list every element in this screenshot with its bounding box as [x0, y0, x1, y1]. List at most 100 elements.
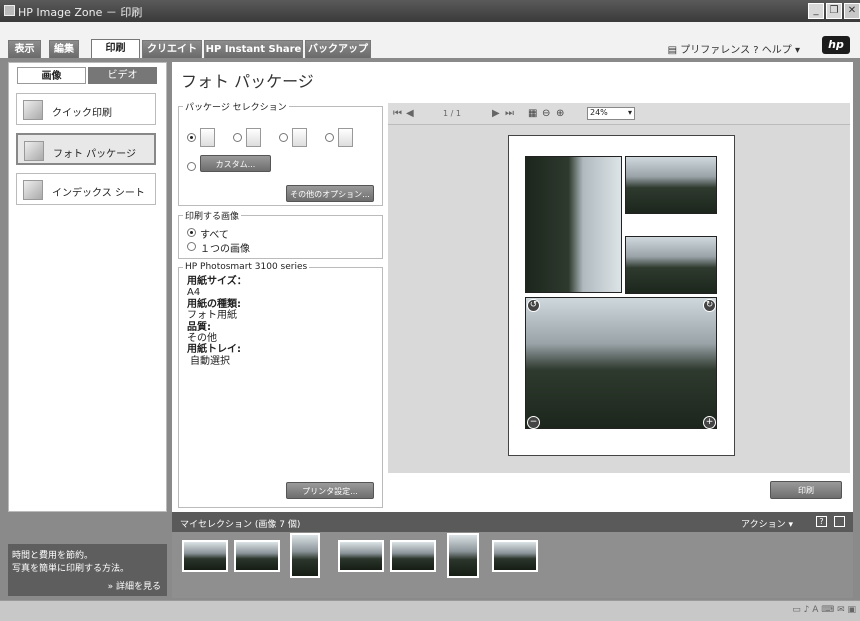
thumbnail-2[interactable]: [234, 540, 280, 572]
other-options-button[interactable]: その他のオプション...: [286, 185, 374, 202]
photo-package-icon: [24, 141, 44, 161]
tip-box: 時間と費用を節約。 写真を簡単に印刷する方法。 » 詳細を見る: [8, 544, 167, 596]
tip-more-link[interactable]: » 詳細を見る: [108, 579, 161, 592]
tab-view[interactable]: 表示: [8, 40, 41, 58]
paper-tray-label: 用紙トレイ:: [187, 344, 241, 356]
one-image-label: １つの画像: [200, 244, 250, 255]
print-button[interactable]: 印刷: [770, 481, 842, 499]
quality-value: その他: [187, 333, 217, 345]
help-link[interactable]: ヘルプ: [762, 45, 792, 56]
paper-size-label: 用紙サイズ：: [187, 276, 247, 287]
rotate-right-icon[interactable]: ↻: [703, 299, 716, 312]
photo-slot-1[interactable]: [525, 156, 622, 293]
thumbnail-5[interactable]: [390, 540, 436, 572]
prev-page-icon[interactable]: ◀: [406, 108, 414, 119]
zoom-in-icon[interactable]: ⊕: [556, 108, 564, 119]
collapse-icon[interactable]: [834, 516, 845, 527]
thumbnail-7[interactable]: [492, 540, 538, 572]
hp-logo: hp: [822, 36, 850, 54]
viewer-toolbar: ⏮ ◀ 1 / 1 ▶ ⏭ ▦ ⊖ ⊕ 24% ▾: [388, 103, 850, 125]
thumbnail-4[interactable]: [338, 540, 384, 572]
system-tray-icons: ▭ ♪ A ⌨ ✉ ▣: [792, 605, 856, 615]
nav-index-sheet[interactable]: インデックス シート: [16, 173, 156, 205]
nav-quick-print[interactable]: クイック印刷: [16, 93, 156, 125]
my-selection-count: (画像 7 個): [254, 520, 301, 530]
my-selection-bar: マイセレクション (画像 7 個) アクション ▾ ?: [172, 512, 853, 532]
first-page-icon[interactable]: ⏮: [393, 108, 402, 119]
thumbnail-strip: [172, 532, 853, 598]
help-icon: ?: [753, 45, 762, 56]
tab-instant-share[interactable]: HP Instant Share: [204, 40, 303, 58]
images-to-print-legend: 印刷する画像: [185, 212, 240, 222]
printer-settings-button[interactable]: プリンタ設定...: [286, 482, 374, 499]
paper-type-label: 用紙の種類:: [187, 298, 241, 310]
layout-icon-1: [200, 128, 215, 147]
nav-photo-package[interactable]: フォト パッケージ: [16, 133, 156, 165]
thumbnail-6[interactable]: [447, 533, 479, 578]
paper-tray-value: 自動選択: [190, 355, 230, 367]
fit-page-icon[interactable]: ▦: [528, 108, 537, 119]
package-radio-custom[interactable]: [187, 162, 196, 171]
package-radio-1[interactable]: [187, 133, 196, 142]
thumbnail-3[interactable]: [290, 533, 320, 578]
tab-backup[interactable]: バックアップ: [305, 40, 371, 58]
actions-menu[interactable]: アクション ▾: [741, 517, 793, 530]
rotate-left-icon[interactable]: ↺: [527, 299, 540, 312]
tab-create[interactable]: クリエイト: [142, 40, 202, 58]
media-tab-video[interactable]: ビデオ: [88, 67, 157, 84]
help-icon[interactable]: ?: [816, 516, 827, 527]
package-selection-legend: パッケージ セレクション: [185, 103, 287, 113]
nav-photo-package-label: フォト パッケージ: [53, 149, 136, 160]
layout-icon-3: [292, 128, 307, 147]
document-icon: ▤: [667, 45, 678, 56]
photo-slot-2[interactable]: [625, 156, 717, 214]
chevron-down-icon: ▾: [788, 520, 793, 530]
zoom-out-icon[interactable]: ⊖: [542, 108, 550, 119]
zoom-minus-icon[interactable]: −: [527, 416, 540, 429]
photo-slot-4[interactable]: [525, 297, 717, 429]
printer-info-list: 用紙サイズ： A4 用紙の種類: フォト用紙 品質: その他 用紙トレイ: 自動…: [187, 276, 247, 367]
package-radio-4[interactable]: [325, 133, 334, 142]
zoom-select[interactable]: 24% ▾: [587, 107, 635, 120]
layout-icon-2: [246, 128, 261, 147]
minimize-button[interactable]: _: [808, 3, 824, 19]
quick-print-icon: [23, 100, 43, 120]
actions-label: アクション: [741, 520, 786, 530]
tip-line-1: 時間と費用を節約。: [12, 551, 94, 561]
page-title: フォト パッケージ: [181, 72, 314, 91]
tab-edit[interactable]: 編集: [49, 40, 79, 58]
window-title: HP Image Zone － 印刷: [18, 6, 143, 19]
preferences-link[interactable]: プリファレンス: [680, 45, 750, 56]
last-page-icon[interactable]: ⏭: [505, 108, 514, 119]
paper-type-value: フォト用紙: [187, 310, 237, 322]
all-images-label: すべて: [200, 230, 229, 241]
restore-button[interactable]: ❐: [826, 3, 842, 19]
tip-line-2: 写真を簡単に印刷する方法。: [12, 564, 130, 574]
layout-icon-4: [338, 128, 353, 147]
zoom-plus-icon[interactable]: +: [703, 416, 716, 429]
tab-print[interactable]: 印刷: [91, 39, 140, 58]
next-page-icon[interactable]: ▶: [492, 108, 500, 119]
left-panel: 画像 ビデオ クイック印刷 フォト パッケージ インデックス シート: [8, 62, 167, 512]
nav-quick-print-label: クイック印刷: [52, 108, 112, 119]
radio-one-image[interactable]: [187, 242, 196, 251]
zoom-value: 24%: [590, 108, 608, 117]
photo-slot-3[interactable]: [625, 236, 717, 294]
paper-size-value: A4: [187, 287, 201, 299]
help-dropdown-icon[interactable]: ▾: [795, 45, 800, 56]
package-radio-2[interactable]: [233, 133, 242, 142]
app-icon: [4, 5, 15, 16]
status-bar: ▭ ♪ A ⌨ ✉ ▣: [0, 600, 860, 621]
my-selection-title: マイセレクション (画像 7 個): [180, 517, 300, 530]
chevron-down-icon: ▾: [627, 108, 632, 117]
media-tab-images[interactable]: 画像: [17, 67, 86, 84]
printer-name: HP Photosmart 3100 series: [185, 262, 308, 272]
package-radio-3[interactable]: [279, 133, 288, 142]
top-links: ▤ プリファレンス ? ヘルプ ▾: [668, 41, 800, 56]
thumbnail-1[interactable]: [182, 540, 228, 572]
close-button[interactable]: ✕: [844, 3, 860, 19]
custom-button[interactable]: カスタム...: [200, 155, 271, 172]
nav-index-sheet-label: インデックス シート: [52, 188, 145, 199]
quality-label: 品質:: [187, 321, 211, 333]
radio-all-images[interactable]: [187, 228, 196, 237]
